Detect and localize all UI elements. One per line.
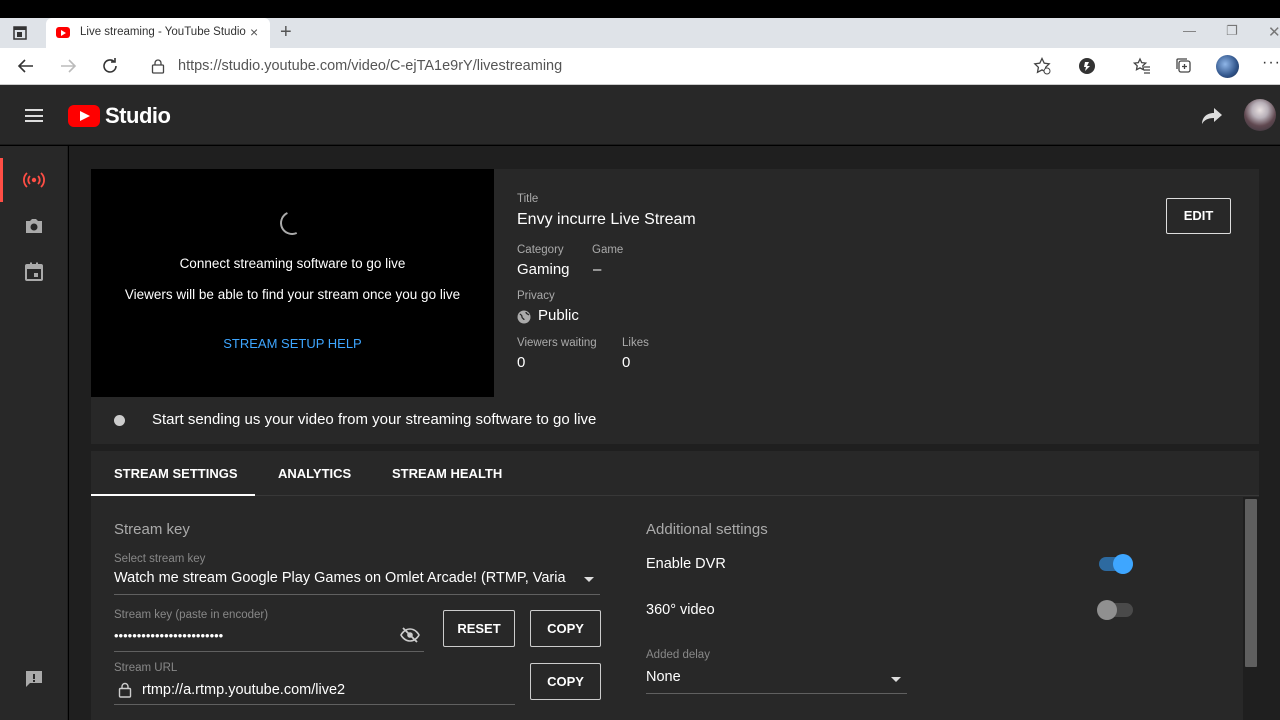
window-close-icon[interactable]: ✕ [1268, 23, 1280, 41]
side-nav-webcam[interactable] [0, 204, 68, 248]
category-value: Gaming [517, 261, 570, 278]
preview-viewers-text: Viewers will be able to find your stream… [124, 287, 461, 302]
new-tab-icon[interactable]: + [280, 21, 292, 43]
category-label: Category [517, 244, 564, 256]
studio-header: Studio [0, 85, 1280, 145]
share-icon[interactable] [1200, 106, 1224, 126]
loading-spinner-icon [276, 207, 308, 239]
additional-settings-title: Additional settings [646, 521, 768, 538]
lock-icon[interactable] [151, 59, 165, 74]
likes-label: Likes [622, 337, 649, 349]
refresh-icon[interactable] [100, 56, 120, 76]
select-stream-key-label: Select stream key [114, 553, 206, 565]
globe-icon [517, 310, 531, 324]
stream-url-underline [114, 704, 515, 705]
side-nav [0, 146, 68, 720]
stream-url-field[interactable]: rtmp://a.rtmp.youtube.com/live2 [142, 682, 502, 698]
edit-button[interactable]: EDIT [1166, 198, 1231, 234]
scrollbar-thumb[interactable] [1245, 499, 1257, 667]
enable-dvr-label: Enable DVR [646, 556, 726, 572]
tab-analytics[interactable]: ANALYTICS [278, 466, 351, 481]
game-value: – [593, 261, 602, 278]
likes-value: 0 [622, 354, 631, 371]
title-label: Title [517, 193, 539, 205]
select-stream-key-dropdown-icon[interactable] [584, 577, 594, 582]
lock-icon [118, 682, 132, 698]
studio-logo-text[interactable]: Studio [105, 103, 171, 129]
viewers-waiting-label: Viewers waiting [517, 337, 597, 349]
viewers-waiting-value: 0 [517, 354, 526, 371]
tab-stream-health[interactable]: STREAM HEALTH [392, 466, 502, 481]
stream-card: Connect streaming software to go live Vi… [91, 169, 1259, 444]
select-stream-key-value[interactable]: Watch me stream Google Play Games on Oml… [114, 570, 579, 586]
browser-tab-active[interactable]: Live streaming - YouTube Studio × [46, 18, 270, 48]
window-maximize-icon[interactable]: ❐ [1226, 23, 1238, 39]
visibility-off-icon[interactable] [400, 627, 420, 643]
added-delay-dropdown-icon[interactable] [891, 677, 901, 682]
reset-button[interactable]: RESET [443, 610, 515, 647]
url-text[interactable]: https://studio.youtube.com/video/C-ejTA1… [178, 58, 562, 74]
privacy-label: Privacy [517, 290, 555, 302]
settings-menu-icon[interactable]: ··· [1262, 54, 1280, 72]
video-360-toggle-knob[interactable] [1097, 600, 1117, 620]
tab-stream-settings[interactable]: STREAM SETTINGS [114, 466, 238, 481]
collections-icon[interactable] [1175, 57, 1193, 75]
youtube-favicon-icon [56, 27, 70, 38]
forward-arrow-icon[interactable] [58, 56, 78, 76]
settings-card: STREAM SETTINGS ANALYTICS STREAM HEALTH … [91, 451, 1259, 720]
browser-profile-avatar[interactable] [1216, 55, 1239, 78]
camera-icon [26, 219, 42, 233]
added-delay-value[interactable]: None [646, 669, 681, 685]
title-value: Envy incurre Live Stream [517, 211, 696, 228]
copy-stream-key-button[interactable]: COPY [530, 610, 601, 647]
stream-setup-help-link[interactable]: STREAM SETUP HELP [91, 336, 494, 351]
side-nav-stream[interactable] [0, 158, 68, 202]
browser-address-bar: https://studio.youtube.com/video/C-ejTA1… [0, 48, 1280, 85]
game-label: Game [592, 244, 624, 256]
settings-tabs: STREAM SETTINGS ANALYTICS STREAM HEALTH [91, 451, 1259, 496]
channel-avatar[interactable] [1244, 99, 1276, 131]
stream-key-field[interactable]: •••••••••••••••••••••••• [114, 628, 384, 643]
stream-key-section-title: Stream key [114, 521, 190, 538]
added-delay-label: Added delay [646, 649, 710, 661]
preview-connect-text: Connect streaming software to go live [179, 256, 406, 271]
side-nav-manage[interactable] [0, 250, 68, 294]
status-message: Start sending us your video from your st… [152, 411, 597, 428]
url-bar[interactable]: https://studio.youtube.com/video/C-ejTA1… [142, 52, 1062, 81]
stream-status-row: Start sending us your video from your st… [91, 397, 1259, 444]
favorite-star-add-icon[interactable] [1033, 57, 1051, 75]
video-360-label: 360° video [646, 602, 715, 618]
stream-key-label: Stream key (paste in encoder) [114, 609, 269, 621]
screen-top-border [0, 0, 1280, 18]
tab-title: Live streaming - YouTube Studio [80, 26, 246, 38]
favorites-icon[interactable] [1133, 57, 1151, 75]
extension-icon[interactable] [1078, 57, 1096, 75]
privacy-value: Public [538, 307, 579, 324]
feedback-icon[interactable] [23, 668, 45, 690]
added-delay-underline [646, 693, 907, 694]
calendar-icon [25, 262, 43, 281]
tab-actions-icon[interactable] [12, 25, 28, 41]
stream-key-underline [114, 651, 424, 652]
active-tab-indicator [91, 494, 255, 496]
youtube-logo-icon[interactable] [68, 105, 100, 127]
copy-stream-url-button[interactable]: COPY [530, 663, 601, 700]
select-stream-key-underline [114, 594, 600, 595]
hamburger-menu-icon[interactable] [25, 109, 43, 122]
back-arrow-icon[interactable] [16, 56, 36, 76]
stream-url-label: Stream URL [114, 662, 178, 674]
status-dot-icon [114, 415, 125, 426]
live-broadcast-icon [23, 172, 45, 188]
enable-dvr-toggle-knob[interactable] [1113, 554, 1133, 574]
browser-tab-bar: Live streaming - YouTube Studio × + — ❐ … [0, 18, 1280, 48]
stream-preview: Connect streaming software to go live Vi… [91, 169, 494, 397]
window-minimize-icon[interactable]: — [1183, 23, 1196, 38]
tab-close-icon[interactable]: × [250, 24, 258, 40]
